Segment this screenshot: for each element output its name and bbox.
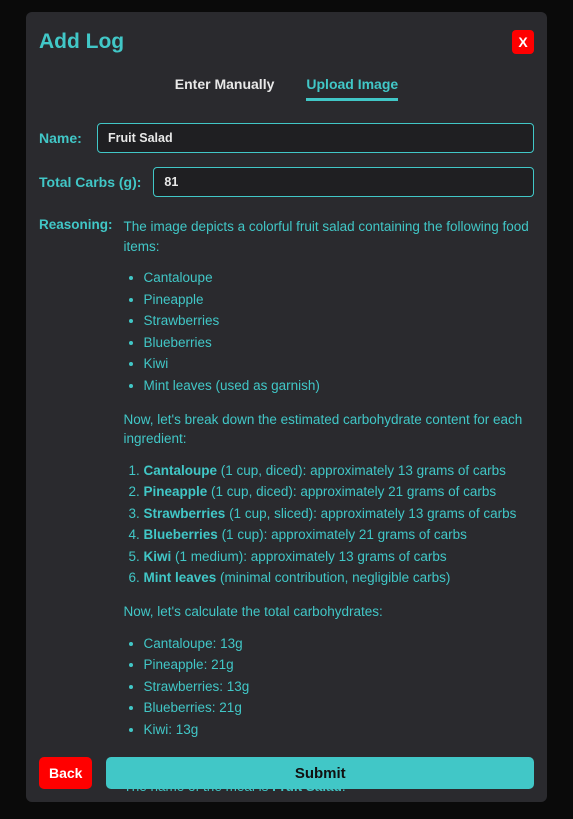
tab-upload-image[interactable]: Upload Image xyxy=(306,76,398,101)
modal-title: Add Log xyxy=(39,30,124,54)
calc-intro: Now, let's calculate the total carbohydr… xyxy=(124,602,534,622)
calc-list: Cantaloupe: 13gPineapple: 21gStrawberrie… xyxy=(144,634,534,740)
breakdown-intro: Now, let's break down the estimated carb… xyxy=(124,410,534,449)
calc-item: Blueberries: 21g xyxy=(144,698,534,718)
breakdown-item: Blueberries (1 cup): approximately 21 gr… xyxy=(144,525,534,545)
breakdown-item: Mint leaves (minimal contribution, negli… xyxy=(144,568,534,588)
ingredient-list: CantaloupePineappleStrawberriesBlueberri… xyxy=(144,268,534,395)
calc-item: Kiwi: 13g xyxy=(144,720,534,740)
submit-button[interactable]: Submit xyxy=(106,757,534,789)
modal-footer: Back Submit xyxy=(39,757,534,789)
ingredient-item: Blueberries xyxy=(144,333,534,353)
close-button[interactable]: X xyxy=(512,30,534,54)
ingredient-item: Cantaloupe xyxy=(144,268,534,288)
ingredient-item: Pineapple xyxy=(144,290,534,310)
reasoning-body: The image depicts a colorful fruit salad… xyxy=(124,217,534,809)
calc-item: Pineapple: 21g xyxy=(144,655,534,675)
reasoning-row: Reasoning: The image depicts a colorful … xyxy=(39,217,534,809)
ingredient-item: Mint leaves (used as garnish) xyxy=(144,376,534,396)
modal-header: Add Log X xyxy=(39,30,534,54)
reasoning-label: Reasoning: xyxy=(39,217,113,232)
tab-enter-manually[interactable]: Enter Manually xyxy=(175,76,275,101)
calc-item: Cantaloupe: 13g xyxy=(144,634,534,654)
reasoning-intro: The image depicts a colorful fruit salad… xyxy=(124,217,534,256)
tab-bar: Enter Manually Upload Image xyxy=(39,76,534,101)
breakdown-item: Pineapple (1 cup, diced): approximately … xyxy=(144,482,534,502)
breakdown-list: Cantaloupe (1 cup, diced): approximately… xyxy=(144,461,534,588)
name-row: Name: xyxy=(39,123,534,153)
carbs-row: Total Carbs (g): xyxy=(39,167,534,197)
breakdown-item: Kiwi (1 medium): approximately 13 grams … xyxy=(144,547,534,567)
carbs-label: Total Carbs (g): xyxy=(39,174,141,190)
add-log-modal: Add Log X Enter Manually Upload Image Na… xyxy=(26,12,547,802)
breakdown-item: Strawberries (1 cup, sliced): approximat… xyxy=(144,504,534,524)
ingredient-item: Strawberries xyxy=(144,311,534,331)
carbs-input[interactable] xyxy=(153,167,534,197)
back-button[interactable]: Back xyxy=(39,757,92,789)
ingredient-item: Kiwi xyxy=(144,354,534,374)
name-label: Name: xyxy=(39,130,85,146)
calc-item: Strawberries: 13g xyxy=(144,677,534,697)
name-input[interactable] xyxy=(97,123,534,153)
breakdown-item: Cantaloupe (1 cup, diced): approximately… xyxy=(144,461,534,481)
